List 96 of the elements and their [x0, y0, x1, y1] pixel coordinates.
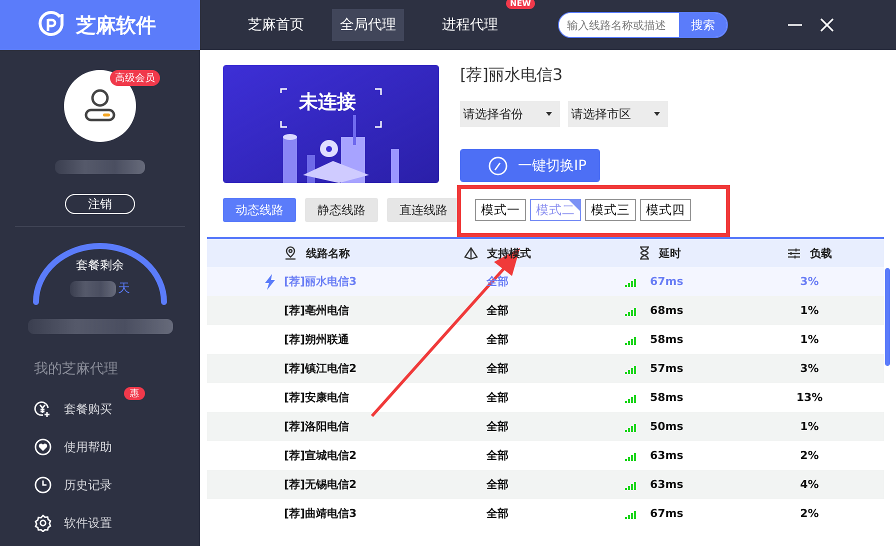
- lightning-icon: [264, 274, 276, 290]
- line-name: [荐]宣城电信2: [283, 448, 357, 463]
- location-pin-icon: [284, 246, 297, 260]
- line-tab[interactable]: 静态线路: [305, 198, 378, 222]
- load-cell: 3%: [800, 275, 819, 288]
- sidebar-item[interactable]: 历史记录: [34, 466, 112, 504]
- mode-button[interactable]: 模式四: [640, 199, 691, 221]
- mode-cell: 全部: [486, 477, 508, 492]
- sidebar-item[interactable]: 使用帮助: [34, 428, 112, 466]
- menu-title: 我的芝麻代理: [34, 360, 118, 378]
- latency-cell: 57ms: [650, 362, 684, 375]
- load-cell: 4%: [800, 478, 819, 491]
- line-name: [荐]洛阳电信: [283, 419, 350, 434]
- latency-cell: 67ms: [650, 507, 684, 520]
- table-row[interactable]: [荐]亳州电信 全部 68ms 1%: [207, 296, 884, 325]
- signal-icon: [625, 422, 637, 432]
- line-name: [荐]曲靖电信3: [283, 506, 357, 521]
- signal-icon: [625, 364, 637, 374]
- connection-status: 未连接: [299, 90, 356, 115]
- mode-button[interactable]: 模式三: [585, 199, 636, 221]
- current-line: [荐]丽水电信3: [460, 65, 564, 86]
- region-select[interactable]: 请选择市区: [568, 101, 668, 127]
- sidebar-item[interactable]: 软件设置: [34, 504, 112, 542]
- speedometer-icon: [488, 156, 508, 176]
- mode-cell: 全部: [486, 448, 508, 463]
- load-cell: 1%: [800, 333, 819, 346]
- close-button[interactable]: [820, 18, 834, 32]
- line-tab[interactable]: 动态线路: [223, 198, 296, 222]
- signal-icon: [625, 508, 637, 518]
- signal-icon: [625, 480, 637, 490]
- minimize-icon: [788, 24, 802, 26]
- days-unit: 天: [118, 280, 130, 297]
- line-name: [荐]亳州电信: [283, 303, 350, 318]
- close-icon: [820, 18, 834, 32]
- yen-plus-icon: [34, 400, 52, 418]
- column-header: 负载: [810, 246, 832, 260]
- line-name: [荐]无锡电信2: [283, 477, 357, 492]
- search-field[interactable]: 输入线路名称或描述 搜索: [558, 12, 728, 38]
- latency-cell: 67ms: [650, 275, 684, 288]
- vip-badge: 高级会员: [110, 70, 160, 86]
- latency-cell: 63ms: [650, 478, 684, 491]
- mode-cell: 全部: [486, 361, 508, 376]
- nav-tab[interactable]: 进程代理: [434, 9, 506, 41]
- line-name: [荐]朔州联通: [283, 332, 350, 347]
- mode-button[interactable]: 模式一: [475, 199, 526, 221]
- column-header: 延时: [659, 246, 681, 260]
- load-cell: 13%: [796, 391, 823, 404]
- mode-cell: 全部: [486, 332, 508, 347]
- latency-cell: 58ms: [650, 391, 684, 404]
- hourglass-icon: [639, 246, 650, 260]
- signal-icon: [625, 450, 637, 460]
- user-icon: [83, 88, 117, 124]
- load-cell: 3%: [800, 362, 819, 375]
- load-cell: 1%: [800, 304, 819, 317]
- switch-ip-button[interactable]: 一键切换IP: [460, 149, 600, 182]
- discount-badge: 惠: [124, 387, 145, 400]
- latency-cell: 63ms: [650, 449, 684, 462]
- load-cell: 2%: [800, 507, 819, 520]
- mode-cell: 全部: [486, 303, 508, 318]
- minimize-button[interactable]: [788, 24, 802, 26]
- plan-remaining-label: 套餐剩余: [76, 257, 124, 274]
- line-tab[interactable]: 直连线路: [387, 198, 460, 222]
- mode-cell: 全部: [486, 506, 508, 521]
- signal-icon: [625, 276, 637, 286]
- signal-icon: [625, 306, 637, 316]
- pyramid-icon: [464, 246, 478, 260]
- mode-cell: 全部: [486, 419, 508, 434]
- region-select[interactable]: 请选择省份: [460, 101, 560, 127]
- app-title: 芝麻软件: [76, 12, 156, 38]
- clock-icon: [34, 476, 52, 494]
- table-row[interactable]: [荐]洛阳电信 全部 50ms 1%: [207, 412, 884, 441]
- signal-icon: [625, 392, 637, 402]
- column-header: 线路名称: [306, 246, 350, 260]
- sliders-icon: [787, 246, 801, 260]
- line-name: [荐]丽水电信3: [283, 274, 357, 289]
- line-name: [荐]镇江电信2: [283, 361, 357, 376]
- search-button[interactable]: 搜索: [679, 13, 727, 37]
- nav-tab[interactable]: 芝麻首页: [240, 9, 312, 41]
- nav-tab[interactable]: 全局代理: [332, 9, 404, 41]
- load-cell: 2%: [800, 449, 819, 462]
- load-cell: 1%: [800, 420, 819, 433]
- table-row[interactable]: [荐]无锡电信2 全部 63ms 4%: [207, 470, 884, 499]
- signal-icon: [625, 334, 637, 344]
- mode-cell: 全部: [486, 390, 508, 405]
- scrollbar[interactable]: [885, 268, 890, 366]
- caret-icon: [546, 112, 552, 116]
- table-row[interactable]: [荐]镇江电信2 全部 57ms 3%: [207, 354, 884, 383]
- new-badge: NEW: [506, 0, 535, 9]
- line-name: [荐]安康电信: [283, 390, 350, 405]
- latency-cell: 50ms: [650, 420, 684, 433]
- latency-cell: 68ms: [650, 304, 684, 317]
- blurred-days: [70, 281, 116, 297]
- latency-cell: 58ms: [650, 333, 684, 346]
- logout-button[interactable]: 注销: [65, 194, 135, 214]
- caret-icon: [654, 112, 660, 116]
- settings-icon: [34, 514, 52, 532]
